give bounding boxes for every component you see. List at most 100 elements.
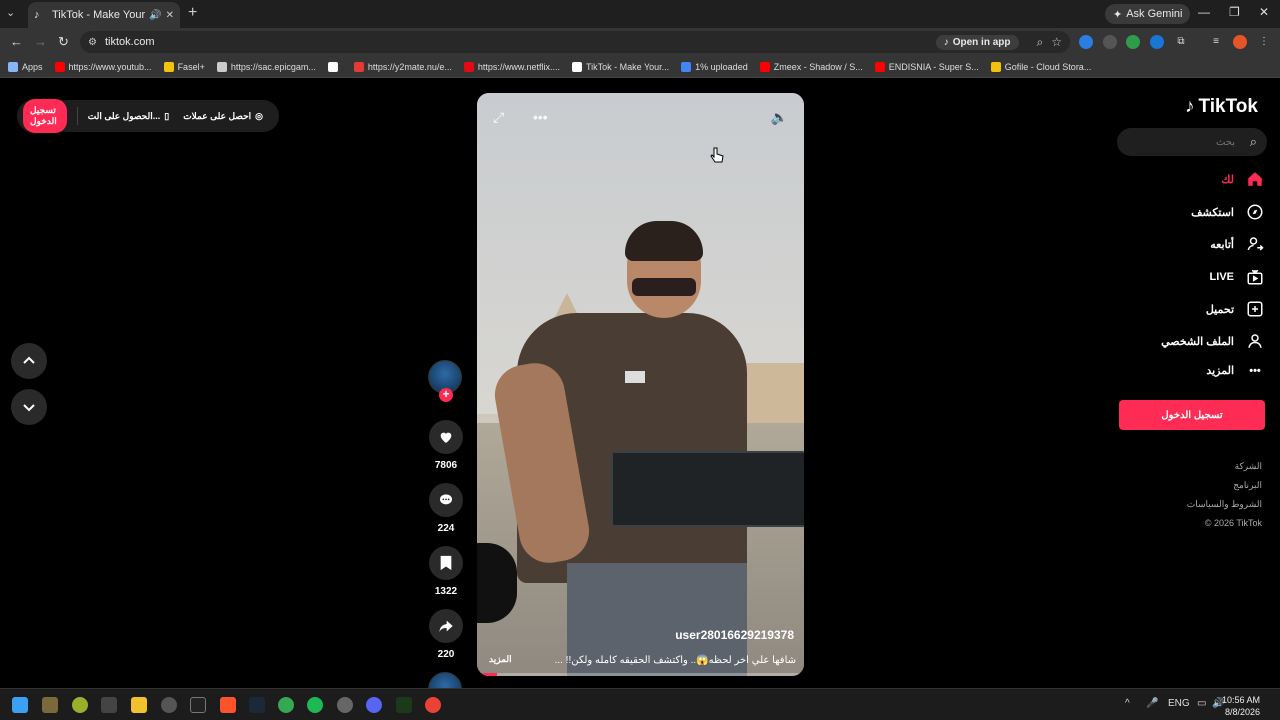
zoom-icon[interactable]: ⌕ <box>1037 35 1044 50</box>
bookmark-item[interactable]: https://sac.epicgam... <box>216 61 316 72</box>
restore-button[interactable]: ❐ <box>1229 5 1240 19</box>
caption-more-button[interactable]: المزيد <box>489 654 512 665</box>
sidebar-item-upload[interactable]: تحميل <box>1206 300 1264 318</box>
steam-icon[interactable] <box>249 697 265 713</box>
search-icon[interactable]: ⌕ <box>1250 134 1257 150</box>
share-button[interactable] <box>429 609 463 643</box>
shield-extension-icon[interactable] <box>1126 35 1140 49</box>
forward-button[interactable]: → <box>34 34 47 49</box>
get-coins-button[interactable]: احصل على عملات ◎ <box>183 111 263 122</box>
site-info-icon[interactable]: ⚙ <box>88 37 97 48</box>
browser-menu-icon[interactable]: ⋮ <box>1257 35 1271 49</box>
back-button[interactable]: ← <box>10 34 23 49</box>
brave-browser-icon[interactable] <box>220 697 236 713</box>
chrome-active-icon[interactable] <box>425 697 441 713</box>
follow-plus-button[interactable]: + <box>439 388 453 402</box>
taskbar-app-3-icon[interactable] <box>101 697 117 713</box>
reload-button[interactable]: ↻ <box>58 34 69 50</box>
profile-avatar-icon[interactable] <box>1233 35 1247 49</box>
bookmark-item[interactable]: https://www.netflix.... <box>463 61 560 72</box>
bookmark-item[interactable]: Apps <box>8 61 43 72</box>
bookmark-item[interactable]: 1% uploaded <box>681 61 748 72</box>
tiktok-page: تسجيل الدخول الحصول على الت... ▯ احصل عل… <box>0 78 1280 706</box>
tiktok-logo[interactable]: ♪ TikTok <box>1185 96 1258 118</box>
open-in-app-button[interactable]: ♪ Open in app <box>935 34 1019 50</box>
video-options-icon[interactable]: ••• <box>533 109 548 125</box>
fullscreen-icon[interactable]: ⤢ <box>493 109 504 126</box>
bookmark-favicon-icon <box>990 61 1001 72</box>
like-count: 7806 <box>434 460 458 471</box>
coin-icon: ◎ <box>255 110 263 121</box>
video-progress-bar[interactable] <box>477 673 804 676</box>
video-username[interactable]: user28016629219378 <box>675 628 794 642</box>
bookmark-star-icon[interactable]: ☆ <box>1051 35 1062 49</box>
tab-search-icon[interactable]: ⌄ <box>6 6 15 19</box>
chrome-icon[interactable] <box>278 697 294 713</box>
bookmark-item[interactable] <box>327 61 342 72</box>
ask-gemini-button[interactable]: ✦ Ask Gemini <box>1105 4 1191 24</box>
start-button-icon[interactable] <box>12 697 28 713</box>
previous-video-button[interactable] <box>11 343 47 379</box>
sidebar-item-more[interactable]: المزيد ••• <box>1206 364 1264 378</box>
bookmark-item[interactable]: Gofile - Cloud Stora... <box>990 61 1092 72</box>
spotify-icon[interactable] <box>307 697 323 713</box>
get-app-button[interactable]: الحصول على الت... ▯ <box>88 111 169 122</box>
comment-button[interactable] <box>429 483 463 517</box>
extension-1-icon[interactable] <box>1079 35 1093 49</box>
next-video-button[interactable] <box>11 389 47 425</box>
top-actions-pill: تسجيل الدخول الحصول على الت... ▯ احصل عل… <box>17 99 279 133</box>
taskbar-app-2-icon[interactable] <box>72 697 88 713</box>
network-icon[interactable]: ▭ <box>1197 698 1206 709</box>
discord-icon[interactable] <box>366 697 382 713</box>
bookmark-item[interactable]: https://www.youtub... <box>54 61 152 72</box>
browser-tab-tiktok[interactable]: ♪ TikTok - Make Your Day 🔊 ✕ <box>28 2 180 28</box>
tab-close-icon[interactable]: ✕ <box>166 10 174 21</box>
sidebar-item-live[interactable]: LIVE <box>1210 268 1264 286</box>
bookmark-item[interactable]: Zmeex - Shadow / S... <box>759 61 863 72</box>
taskbar-app-5-icon[interactable] <box>396 697 412 713</box>
extensions-puzzle-icon[interactable]: ⧉ <box>1174 35 1188 49</box>
footer-link-terms[interactable]: الشروط والسياسات <box>1187 499 1262 510</box>
top-login-button[interactable]: تسجيل الدخول <box>23 99 68 133</box>
sidebar-item-following[interactable]: أتابعه <box>1210 235 1264 253</box>
url-text[interactable]: tiktok.com <box>105 36 936 48</box>
search-input[interactable] <box>1127 135 1237 149</box>
taskbar-app-4-icon[interactable] <box>337 697 353 713</box>
sidebar-login-button[interactable]: تسجيل الدخول <box>1119 400 1265 430</box>
more-icon: ••• <box>1249 364 1261 377</box>
save-button[interactable] <box>429 546 463 580</box>
extension-3-icon[interactable] <box>1150 35 1164 49</box>
bookmark-favicon-icon <box>216 61 227 72</box>
language-indicator[interactable]: ENG <box>1168 698 1190 709</box>
minimize-button[interactable]: — <box>1198 5 1210 19</box>
sidebar-item-explore[interactable]: استكشف <box>1191 203 1264 221</box>
system-clock[interactable]: 10:56 AM 8/8/2026 <box>1222 694 1260 718</box>
footer-link-program[interactable]: البرنامج <box>1233 480 1262 491</box>
live-icon <box>1247 269 1263 285</box>
epic-games-icon[interactable] <box>190 697 206 713</box>
close-window-button[interactable]: ✕ <box>1259 5 1269 19</box>
tab-audio-icon[interactable]: 🔊 <box>149 10 161 21</box>
volume-icon[interactable]: 🔈 <box>771 109 788 126</box>
address-bar[interactable]: ⚙ tiktok.com ♪ Open in app ⌕ ☆ <box>80 31 1070 53</box>
footer-link-company[interactable]: الشركة <box>1235 461 1262 472</box>
microphone-icon[interactable]: 🎤 <box>1146 698 1158 709</box>
extension-2-icon[interactable] <box>1103 35 1117 49</box>
bookmark-item[interactable]: ENDISNIA - Super S... <box>874 61 979 72</box>
taskbar-app-1-icon[interactable] <box>42 697 58 713</box>
taskbar-clock-app-icon[interactable] <box>161 697 177 713</box>
file-explorer-icon[interactable] <box>131 697 147 713</box>
tab-title: TikTok - Make Your Day <box>52 9 146 21</box>
sidebar-item-for-you[interactable]: لك <box>1221 170 1264 188</box>
bookmark-item[interactable]: TikTok - Make Your... <box>571 61 669 72</box>
tray-overflow-icon[interactable]: ^ <box>1125 698 1130 709</box>
new-tab-button[interactable]: + <box>188 4 197 22</box>
bookmark-item[interactable]: https://y2mate.nu/e... <box>353 61 452 72</box>
sidebar-item-profile[interactable]: الملف الشخصي <box>1161 332 1264 350</box>
like-button[interactable] <box>429 420 463 454</box>
following-icon <box>1247 237 1264 251</box>
media-control-icon[interactable]: ≡ <box>1209 35 1223 49</box>
bookmark-label: Gofile - Cloud Stora... <box>1004 61 1092 72</box>
bookmark-item[interactable]: Fasel+ <box>163 61 205 72</box>
video-player[interactable]: ⤢ ••• 🔈 user28016629219378 شافها علي اخر… <box>477 93 804 676</box>
